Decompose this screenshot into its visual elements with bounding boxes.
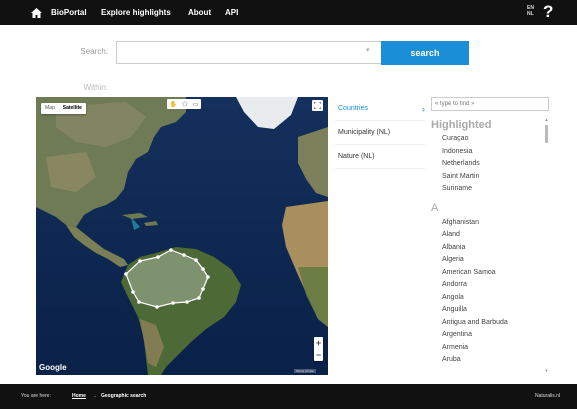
map-view[interactable]: Map Satellite ✋ ⬠ ▭ + − Google Terms of …: [36, 97, 328, 375]
within-label: Within:: [83, 83, 108, 92]
drawing-toolbar: ✋ ⬠ ▭: [167, 99, 201, 109]
nav-api[interactable]: API: [225, 0, 238, 25]
footer-brand-link[interactable]: Naturalis.nl: [535, 384, 560, 409]
zoom-out-button[interactable]: −: [314, 349, 323, 361]
breadcrumb-home-link[interactable]: Home: [72, 384, 86, 409]
nav-about[interactable]: About: [188, 0, 211, 25]
zoom-control: + −: [314, 337, 323, 361]
search-label: Search:: [80, 47, 108, 56]
category-label: Countries: [338, 105, 368, 112]
search-button[interactable]: search: [381, 41, 469, 65]
list-item[interactable]: American Samoa: [431, 267, 549, 280]
chevron-right-icon: ›: [422, 104, 425, 114]
scroll-up-icon[interactable]: ▲: [544, 117, 549, 122]
category-label: Nature (NL): [338, 153, 375, 160]
top-navbar: BioPortal Explore highlights About API E…: [0, 0, 577, 25]
category-nature[interactable]: Nature (NL): [335, 145, 425, 169]
breadcrumb-current: Geographic search: [101, 393, 147, 399]
list-item[interactable]: Aland: [431, 229, 549, 242]
list-item[interactable]: Saint Martin: [431, 171, 549, 184]
scroll-thumb[interactable]: [545, 125, 548, 143]
home-icon[interactable]: [27, 4, 45, 21]
list-item[interactable]: Antigua and Barbuda: [431, 317, 549, 330]
chevron-down-icon[interactable]: ▾: [366, 46, 370, 54]
lang-nl[interactable]: NL: [527, 11, 534, 17]
map-type-satellite[interactable]: Satellite: [59, 103, 86, 114]
list-item[interactable]: Curaçao: [431, 133, 549, 146]
scroll-down-icon[interactable]: ▼: [544, 368, 549, 373]
polygon-icon[interactable]: ⬠: [182, 101, 187, 108]
list-item[interactable]: Afghanistan: [431, 217, 549, 230]
category-municipality[interactable]: Municipality (NL): [335, 121, 425, 145]
rectangle-icon[interactable]: ▭: [193, 101, 199, 108]
terms-link[interactable]: Terms of Use: [294, 369, 316, 373]
list-item[interactable]: Indonesia: [431, 146, 549, 159]
hand-icon[interactable]: ✋: [170, 101, 177, 108]
help-icon[interactable]: ?: [543, 1, 553, 23]
category-list: Countries › Municipality (NL) Nature (NL…: [335, 97, 425, 169]
list-item[interactable]: Netherlands: [431, 158, 549, 171]
letter-heading: A: [431, 201, 439, 214]
map-type-map[interactable]: Map: [41, 103, 59, 114]
category-label: Municipality (NL): [338, 129, 391, 136]
map-type-control: Map Satellite: [41, 103, 86, 114]
list-item[interactable]: Angola: [431, 292, 549, 305]
list-scrollbar[interactable]: ▲ ▼: [544, 117, 549, 373]
list-item[interactable]: Albania: [431, 242, 549, 255]
list-item[interactable]: Aruba: [431, 354, 549, 367]
highlighted-heading: Highlighted: [431, 119, 492, 131]
fullscreen-icon[interactable]: [312, 100, 323, 111]
list-item[interactable]: Suriname: [431, 183, 549, 196]
breadcrumb-label: You are here:: [21, 393, 51, 399]
filter-input[interactable]: [431, 97, 549, 111]
country-list[interactable]: Highlighted Curaçao Indonesia Netherland…: [431, 117, 549, 373]
satellite-imagery: [36, 97, 328, 375]
list-item[interactable]: Armenia: [431, 342, 549, 355]
category-countries[interactable]: Countries ›: [335, 97, 425, 121]
google-logo: Google: [39, 363, 67, 372]
list-item[interactable]: Andorra: [431, 279, 549, 292]
list-item[interactable]: Algeria: [431, 254, 549, 267]
nav-bioportal[interactable]: BioPortal: [51, 0, 87, 25]
footer-bar: You are here: Home → Geographic search N…: [0, 384, 577, 409]
search-input[interactable]: [116, 41, 382, 64]
zoom-in-button[interactable]: +: [314, 337, 323, 349]
breadcrumb-separator: →: [92, 393, 97, 399]
nav-explore-highlights[interactable]: Explore highlights: [101, 0, 171, 25]
language-switch[interactable]: EN NL: [527, 5, 534, 17]
list-item[interactable]: Anguilla: [431, 304, 549, 317]
list-item[interactable]: Argentina: [431, 329, 549, 342]
